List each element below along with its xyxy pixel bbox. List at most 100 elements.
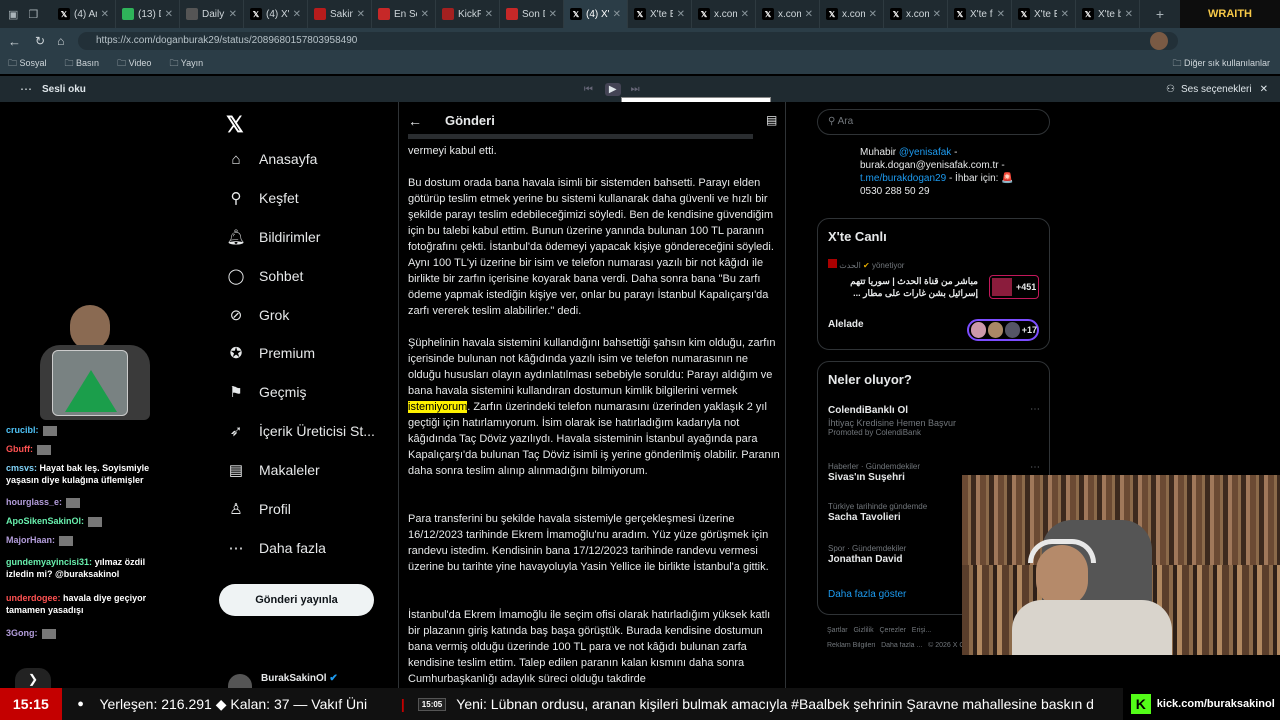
- more-options-icon[interactable]: ⋯: [1030, 462, 1040, 473]
- browser-tab[interactable]: KickPe ✕: [436, 0, 500, 28]
- browser-tab[interactable]: (13) De ✕: [116, 0, 180, 28]
- sidebar-item[interactable]: 🔔︎ Bildirimler: [226, 228, 320, 246]
- bookmark-yayin[interactable]: 🗀︎ Yayın: [169, 56, 203, 72]
- search-input[interactable]: ⚲ Ara: [817, 109, 1050, 135]
- trends-title: Neler oluyor?: [828, 372, 912, 387]
- chat-message: 3Gong:: [6, 627, 146, 639]
- post-button[interactable]: Gönderi yayınla: [219, 584, 374, 616]
- browser-tab[interactable]: 𝕏 (4) X'te ✕: [244, 0, 308, 28]
- tab-label: x.com/: [842, 8, 865, 20]
- live2-listeners[interactable]: +17: [967, 319, 1039, 341]
- tab-close-icon[interactable]: ✕: [293, 9, 301, 20]
- sidebar-item-label: Sohbet: [259, 268, 304, 284]
- browser-tab[interactable]: 𝕏 X'te fal ✕: [948, 0, 1012, 28]
- account-name-text: BurakSakinOl: [261, 673, 327, 684]
- more-options-icon[interactable]: ⋯: [1030, 404, 1040, 415]
- tab-favicon-icon: 𝕏: [570, 8, 582, 20]
- profile-avatar[interactable]: [1150, 32, 1168, 50]
- bio-link[interactable]: @yenisafak: [899, 147, 951, 158]
- chat-icon: ◯: [227, 268, 245, 285]
- reader-view-icon[interactable]: ▤: [766, 113, 777, 127]
- browser-tab[interactable]: 𝕏 (4) X'te ✕: [564, 0, 628, 28]
- bookmark-sosyal[interactable]: 🗀︎ Sosyal: [8, 56, 47, 72]
- browser-tab[interactable]: 𝕏 X'te BF ✕: [628, 0, 692, 28]
- live-title: X'te Canlı: [828, 229, 887, 244]
- tab-close-icon[interactable]: ✕: [741, 9, 749, 20]
- bookmark-basin[interactable]: 🗀︎ Basın: [65, 56, 100, 72]
- sidebar-item[interactable]: ⊘ Grok: [227, 306, 290, 324]
- show-more-link[interactable]: Daha fazla göster: [828, 589, 906, 600]
- browser-tab[interactable]: 𝕏x.com/ ✕: [756, 0, 820, 28]
- read-aloud-menu-icon[interactable]: ⋯: [20, 82, 32, 96]
- cut-off-line: [408, 134, 753, 139]
- voice-options-icon[interactable]: ⚇: [1166, 84, 1175, 95]
- bookmark-label: Sosyal: [19, 58, 47, 68]
- tab-label: (4) Ana: [74, 8, 97, 20]
- sidebar-item[interactable]: ⚑ Geçmiş: [227, 383, 306, 401]
- avatar[interactable]: [228, 674, 252, 688]
- sidebar-item[interactable]: ♙ Profil: [227, 500, 291, 518]
- tab-close-icon[interactable]: ✕: [933, 9, 941, 20]
- back-arrow-icon[interactable]: ←: [408, 113, 422, 129]
- tab-close-icon[interactable]: ✕: [869, 9, 877, 20]
- tab-close-icon[interactable]: ✕: [805, 9, 813, 20]
- ticker-time: 15:05: [417, 697, 447, 711]
- tab-actions-icon[interactable]: ▣: [8, 8, 18, 21]
- browser-tab[interactable]: 𝕏x.com/ ✕: [884, 0, 948, 28]
- sidebar-item[interactable]: ◯ Sohbet: [227, 267, 304, 285]
- url-field[interactable]: https://x.com/doganburak29/status/208968…: [78, 32, 1178, 50]
- tab-close-icon[interactable]: ✕: [357, 9, 365, 20]
- browser-tab[interactable]: Daily E ✕: [180, 0, 244, 28]
- browser-tab[interactable]: 𝕏 X'te Er ✕: [1012, 0, 1076, 28]
- voice-options-label[interactable]: Ses seçenekleri: [1181, 84, 1252, 95]
- previous-icon[interactable]: ⏮: [584, 84, 593, 95]
- account-name[interactable]: BurakSakinOl ✔: [261, 673, 338, 684]
- workspaces-icon[interactable]: ❐: [28, 8, 38, 21]
- reload-icon[interactable]: ↻: [35, 34, 45, 48]
- bio-telegram-link[interactable]: t.me/burakdogan29: [860, 173, 946, 184]
- footer-links[interactable]: Şartlar Gizlilik Çerezler Erişi...: [827, 627, 967, 634]
- tab-close-icon[interactable]: ✕: [677, 9, 685, 20]
- browser-tab[interactable]: SakinO ✕: [308, 0, 372, 28]
- play-icon[interactable]: ▶: [604, 82, 621, 96]
- sidebar-item[interactable]: ⚲ Keşfet: [227, 189, 299, 207]
- browser-tab[interactable]: 𝕏 X'te be ✕: [1076, 0, 1140, 28]
- tab-close-icon[interactable]: ✕: [997, 9, 1005, 20]
- next-icon[interactable]: ⏭: [631, 84, 640, 95]
- back-icon[interactable]: ←: [8, 34, 21, 49]
- browser-tab[interactable]: En Son ✕: [372, 0, 436, 28]
- chat-message: gundemyayincisi31: yılmaz özdil izledin …: [6, 556, 171, 580]
- chat-message: MajorHaan:: [6, 534, 146, 546]
- browser-tab[interactable]: 𝕏 (4) Ana ✕: [52, 0, 116, 28]
- sidebar-item[interactable]: ✪ Premium: [227, 344, 315, 362]
- other-bookmarks[interactable]: 🗀︎ Diğer sık kullanılanlar: [1172, 56, 1270, 72]
- close-read-aloud-icon[interactable]: ✕: [1260, 84, 1268, 95]
- tab-close-icon[interactable]: ✕: [229, 9, 237, 20]
- footer-links[interactable]: Reklam Bilgileri Daha fazla ... © 2026 X…: [827, 642, 967, 649]
- tab-close-icon[interactable]: ✕: [1125, 9, 1133, 20]
- x-logo-icon[interactable]: 𝕏: [226, 112, 244, 138]
- tab-close-icon[interactable]: ✕: [485, 9, 493, 20]
- tab-close-icon[interactable]: ✕: [1061, 9, 1069, 20]
- live2-name[interactable]: Alelade: [828, 319, 864, 330]
- home-icon[interactable]: ⌂: [57, 34, 64, 48]
- tab-close-icon[interactable]: ✕: [165, 9, 173, 20]
- live-listeners[interactable]: +451: [989, 275, 1039, 299]
- tab-close-icon[interactable]: ✕: [613, 9, 621, 20]
- kick-badge: K kick.com/buraksakinol: [1122, 688, 1280, 720]
- live-text[interactable]: مباشر من قناة الحدث | سوريا تتهم إسرائيل…: [828, 275, 978, 299]
- sidebar-item[interactable]: ▤ Makaleler: [227, 461, 320, 479]
- browser-tab[interactable]: 𝕏x.com/ ✕: [820, 0, 884, 28]
- tab-close-icon[interactable]: ✕: [549, 9, 557, 20]
- sidebar-item[interactable]: ⌂ Anasayfa: [227, 150, 317, 168]
- new-tab-button[interactable]: +: [1140, 6, 1180, 22]
- browser-tab[interactable]: Son Da ✕: [500, 0, 564, 28]
- browser-tab[interactable]: 𝕏x.com/ ✕: [692, 0, 756, 28]
- trend-item[interactable]: ColendiBanklı Ol İhtiyaç Kredisine Hemen …: [828, 404, 1040, 437]
- sidebar-item[interactable]: ➶ İçerik Üreticisi St...: [227, 422, 375, 440]
- tab-close-icon[interactable]: ✕: [421, 9, 429, 20]
- sidebar-item[interactable]: ⋯ Daha fazla: [227, 539, 326, 557]
- tab-label: (4) X'te: [586, 8, 609, 20]
- bookmark-video[interactable]: 🗀︎ Video: [117, 56, 151, 72]
- tab-close-icon[interactable]: ✕: [101, 9, 109, 20]
